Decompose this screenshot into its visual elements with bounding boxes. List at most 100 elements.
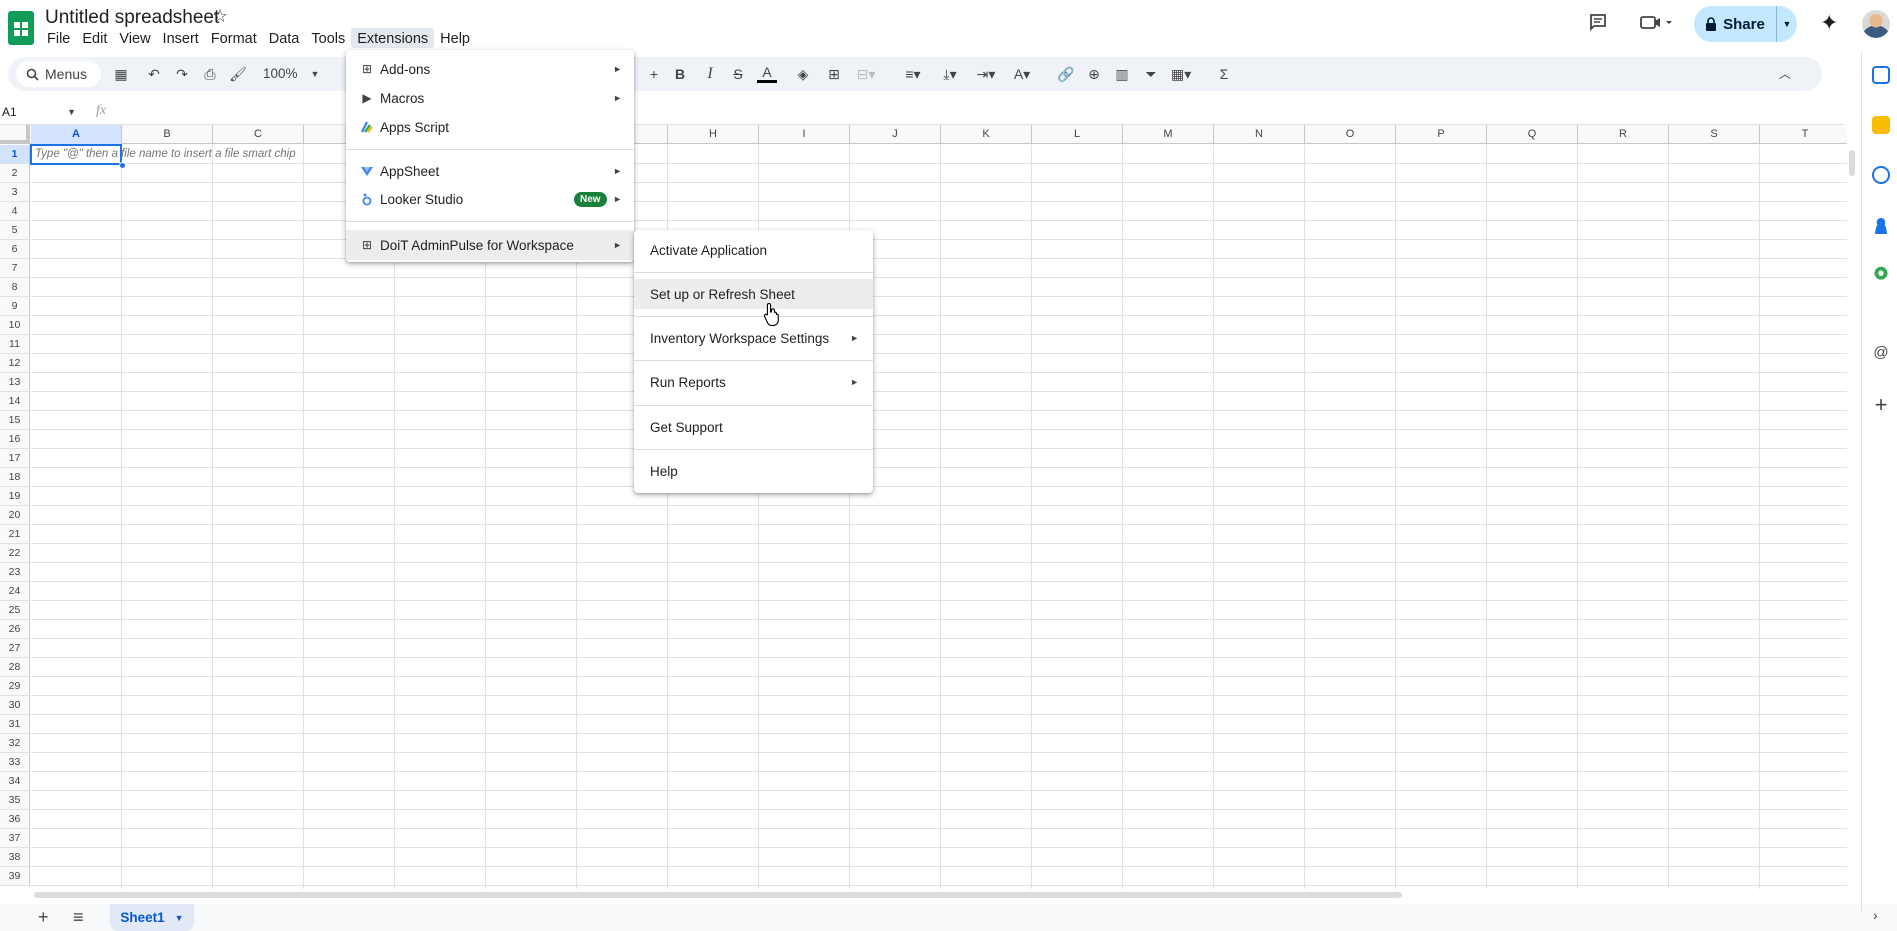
fill-color-icon[interactable]: ◈ [793, 63, 813, 85]
insert-link-icon[interactable]: 🔗 [1056, 63, 1076, 85]
keep-app-icon[interactable] [1872, 116, 1890, 134]
column-header-a[interactable]: A [31, 125, 122, 144]
paint-format-icon[interactable]: 🖌 [228, 63, 248, 85]
menu-data[interactable]: Data [263, 28, 306, 48]
vertical-scrollbar[interactable] [1849, 150, 1855, 176]
spreadsheet-grid[interactable]: ABCDEFGHIJKLMNOPQRST 1234567891011121314… [0, 125, 1847, 889]
bold-button[interactable]: B [670, 63, 690, 85]
menu-item-help[interactable]: Help [634, 456, 873, 486]
horizontal-align-icon[interactable]: ≡▾ [903, 63, 923, 85]
row-header-23[interactable]: 23 [0, 563, 30, 582]
calendar-app-icon[interactable] [1872, 66, 1890, 84]
fill-handle[interactable] [119, 162, 126, 169]
column-header-r[interactable]: R [1578, 125, 1669, 144]
filter-views-icon[interactable]: ▦▾ [1171, 63, 1191, 85]
text-color-button[interactable]: A [757, 63, 777, 83]
row-header-38[interactable]: 38 [0, 848, 30, 867]
document-title[interactable]: Untitled spreadsheet [45, 7, 219, 29]
menu-insert[interactable]: Insert [157, 28, 205, 48]
functions-button[interactable]: Σ [1214, 63, 1234, 85]
italic-button[interactable]: I [700, 63, 720, 85]
column-header-s[interactable]: S [1669, 125, 1760, 144]
row-header-17[interactable]: 17 [0, 449, 30, 468]
zoom-select[interactable]: 100% [263, 63, 298, 85]
menu-search-button[interactable]: Menus [16, 61, 101, 87]
menu-extensions[interactable]: Extensions [351, 28, 435, 48]
borders-icon[interactable]: ⊞ [824, 63, 844, 85]
collapse-toolbar-icon[interactable]: ︿ [1775, 63, 1795, 85]
row-header-35[interactable]: 35 [0, 791, 30, 810]
row-header-4[interactable]: 4 [0, 202, 30, 221]
row-header-36[interactable]: 36 [0, 810, 30, 829]
contacts-app-icon[interactable] [1872, 216, 1890, 234]
zoom-dropdown-icon[interactable]: ▼ [305, 63, 325, 85]
menu-item-macros[interactable]: ▶ Macros ► [346, 85, 634, 111]
select-all-corner[interactable] [0, 125, 30, 144]
cell-area[interactable] [31, 145, 1847, 889]
name-box-dropdown-icon[interactable]: ▼ [67, 102, 76, 122]
menu-edit[interactable]: Edit [76, 28, 113, 48]
horizontal-scrollbar[interactable] [34, 892, 1402, 898]
row-header-31[interactable]: 31 [0, 715, 30, 734]
add-sheet-icon[interactable]: + [38, 907, 49, 928]
column-header-t[interactable]: T [1760, 125, 1847, 144]
menu-format[interactable]: Format [205, 28, 263, 48]
menu-file[interactable]: File [41, 28, 76, 48]
addon-app-icon[interactable]: @ [1872, 344, 1890, 362]
row-header-3[interactable]: 3 [0, 183, 30, 202]
text-rotation-icon[interactable]: A▾ [1012, 63, 1032, 85]
row-header-24[interactable]: 24 [0, 582, 30, 601]
avatar[interactable] [1862, 10, 1890, 38]
row-header-10[interactable]: 10 [0, 316, 30, 335]
menu-item-get-support[interactable]: Get Support [634, 412, 873, 442]
row-header-34[interactable]: 34 [0, 772, 30, 791]
column-header-h[interactable]: H [668, 125, 759, 144]
menu-item-doit-adminpulse[interactable]: ⊞ DoiT AdminPulse for Workspace ► [346, 230, 634, 260]
gemini-icon[interactable]: ✦ [1820, 10, 1838, 36]
redo-icon[interactable]: ↷ [172, 63, 192, 85]
menu-item-activate-application[interactable]: Activate Application [634, 235, 873, 265]
column-header-j[interactable]: J [850, 125, 941, 144]
get-addons-icon[interactable]: + [1872, 394, 1890, 416]
row-header-19[interactable]: 19 [0, 487, 30, 506]
share-button[interactable]: Share ▼ [1694, 6, 1797, 42]
row-header-16[interactable]: 16 [0, 430, 30, 449]
menu-item-appsheet[interactable]: AppSheet ► [346, 158, 634, 184]
row-header-26[interactable]: 26 [0, 620, 30, 639]
insert-chart-icon[interactable]: ▥ [1112, 63, 1132, 85]
undo-icon[interactable]: ↶ [144, 63, 164, 85]
row-header-13[interactable]: 13 [0, 373, 30, 392]
strikethrough-button[interactable]: S [728, 63, 748, 85]
row-header-1[interactable]: 1 [0, 145, 30, 164]
row-header-29[interactable]: 29 [0, 677, 30, 696]
row-header-14[interactable]: 14 [0, 392, 30, 411]
column-header-b[interactable]: B [122, 125, 213, 144]
menu-item-inventory-workspace-settings[interactable]: Inventory Workspace Settings ► [634, 323, 873, 353]
column-header-i[interactable]: I [759, 125, 850, 144]
row-header-22[interactable]: 22 [0, 544, 30, 563]
font-size-increase-icon[interactable]: + [644, 63, 664, 85]
row-header-25[interactable]: 25 [0, 601, 30, 620]
row-header-9[interactable]: 9 [0, 297, 30, 316]
row-header-7[interactable]: 7 [0, 259, 30, 278]
row-header-27[interactable]: 27 [0, 639, 30, 658]
row-header-33[interactable]: 33 [0, 753, 30, 772]
sheet-tab-dropdown-icon[interactable]: ▼ [175, 913, 184, 923]
calendar-icon[interactable]: ▦ [111, 63, 131, 85]
menu-item-looker-studio[interactable]: Looker Studio New ► [346, 186, 634, 212]
row-header-30[interactable]: 30 [0, 696, 30, 715]
maps-app-icon[interactable] [1872, 266, 1890, 284]
menu-item-apps-script[interactable]: Apps Script [346, 114, 634, 140]
text-wrap-icon[interactable]: ⇥▾ [976, 63, 996, 85]
menu-item-run-reports[interactable]: Run Reports ► [634, 367, 873, 397]
merge-cells-icon[interactable]: ⊟▾ [856, 63, 876, 85]
all-sheets-icon[interactable]: ≡ [73, 907, 84, 928]
column-header-p[interactable]: P [1396, 125, 1487, 144]
row-header-12[interactable]: 12 [0, 354, 30, 373]
row-header-39[interactable]: 39 [0, 867, 30, 886]
column-header-m[interactable]: M [1123, 125, 1214, 144]
meet-icon[interactable] [1638, 12, 1674, 36]
share-dropdown-icon[interactable]: ▼ [1777, 19, 1797, 29]
row-header-32[interactable]: 32 [0, 734, 30, 753]
tasks-app-icon[interactable] [1872, 166, 1890, 184]
